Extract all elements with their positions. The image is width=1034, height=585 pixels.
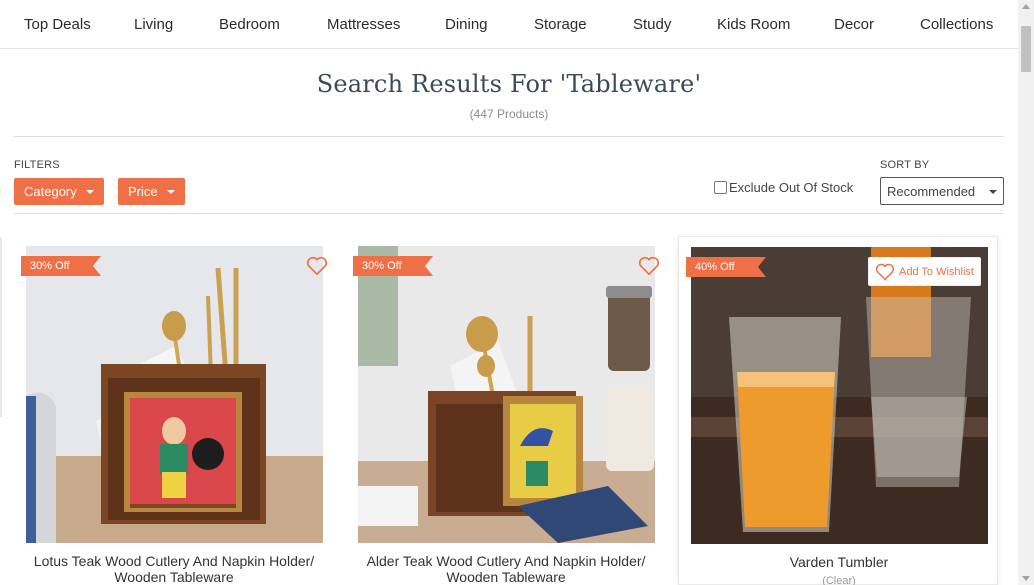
scroll-thumb[interactable] [1021,26,1031,72]
sort-select[interactable]: Recommended [880,177,1004,205]
product-name[interactable]: Varden Tumbler [679,554,999,570]
product-card[interactable]: 30% Off Alder Teak Wood Cutlery And Napk… [346,236,666,585]
nav-item-dining[interactable]: Dining [445,16,488,33]
nav-item-collections[interactable]: Collections [920,16,993,33]
exclude-out-of-stock-checkbox[interactable] [714,181,727,194]
nav-item-storage[interactable]: Storage [534,16,587,33]
nav-item-top-deals[interactable]: Top Deals [24,16,91,33]
exclude-out-of-stock-label[interactable]: Exclude Out Of Stock [729,180,853,195]
discount-badge-label: 30% Off [30,260,70,272]
discount-badge: 40% Off [686,257,766,277]
product-count: (447 Products) [469,107,549,121]
chevron-down-icon [989,190,997,194]
scroll-up-arrow-icon[interactable] [1022,4,1030,9]
heart-icon[interactable] [638,256,660,276]
add-to-wishlist-button[interactable]: Add To Wishlist [868,257,981,286]
product-variant: (Clear) [822,575,856,585]
discount-badge-label: 40% Off [695,261,735,273]
price-filter-button[interactable]: Price [118,178,185,205]
product-name[interactable]: Alder Teak Wood Cutlery And Napkin Holde… [346,553,666,585]
discount-badge: 30% Off [21,256,101,276]
nav-item-living[interactable]: Living [134,16,173,33]
heart-icon [875,263,895,280]
divider [14,136,1004,137]
sort-select-value: Recommended [887,183,976,199]
exclude-out-of-stock: Exclude Out Of Stock [714,180,853,195]
product-image[interactable] [358,246,655,543]
category-filter-button[interactable]: Category [14,178,104,205]
chevron-down-icon [166,189,175,194]
add-to-wishlist-label: Add To Wishlist [899,265,974,278]
nav-item-study[interactable]: Study [633,16,671,33]
nav-item-bedroom[interactable]: Bedroom [219,16,280,33]
sort-by-label: SORT BY [880,159,930,171]
discount-badge: 30% Off [353,256,433,276]
vertical-scrollbar[interactable] [1018,0,1034,585]
category-filter-label: Category [24,184,77,199]
product-card[interactable]: 40% Off Add To Wishlist Varden Tumbler (… [678,236,998,585]
nav-item-decor[interactable]: Decor [834,16,874,33]
nav-item-mattresses[interactable]: Mattresses [327,16,400,33]
heart-icon[interactable] [306,256,328,276]
product-image[interactable] [691,247,988,544]
discount-badge-label: 30% Off [362,260,402,272]
scroll-down-arrow-icon[interactable] [1022,576,1030,581]
product-card[interactable]: 30% Off Lotus Teak Wood Cutlery And Napk… [14,236,334,585]
search-results-title: Search Results For 'Tableware' [316,70,702,98]
product-image[interactable] [26,246,323,543]
price-filter-label: Price [128,184,158,199]
left-panel-edge [0,237,2,417]
chevron-down-icon [85,189,94,194]
category-nav: Top Deals Living Bedroom Mattresses Dini… [0,0,1018,49]
divider [14,213,1004,214]
nav-item-kids-room[interactable]: Kids Room [717,16,790,33]
product-name[interactable]: Lotus Teak Wood Cutlery And Napkin Holde… [14,553,334,585]
filters-label: FILTERS [14,159,60,171]
